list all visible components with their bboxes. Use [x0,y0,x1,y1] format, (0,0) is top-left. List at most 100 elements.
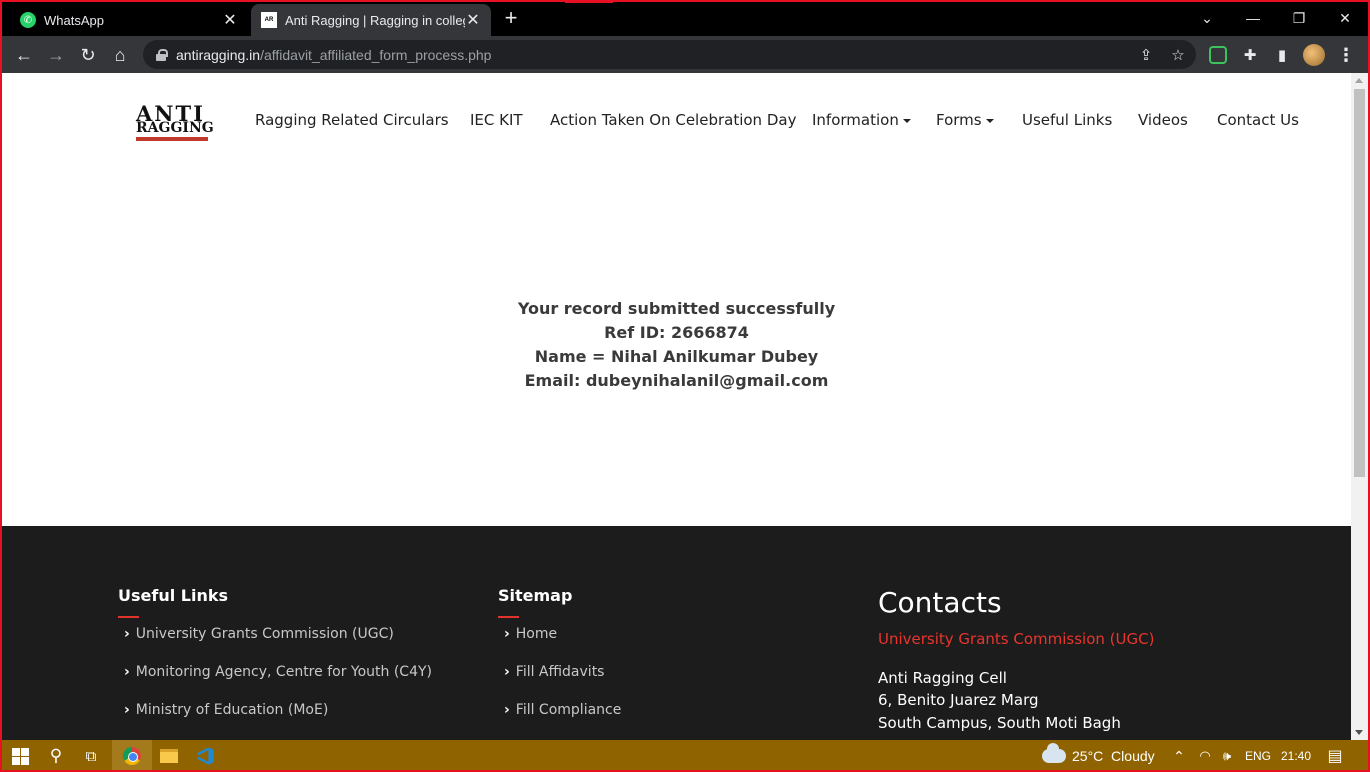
site-logo[interactable]: ANTI RAGGING [133,101,214,143]
nav-ragging-related-circulars[interactable]: Ragging Related Circulars [255,111,449,129]
site-footer: Useful Links › University Grants Commissi… [2,526,1351,740]
url-host: antiragging.in [176,46,261,63]
windows-logo-icon [11,747,29,765]
folder-icon [160,749,178,763]
taskbar-vscode[interactable] [188,740,222,772]
sitemap-link-home[interactable]: › Home [504,626,557,642]
lock-icon[interactable] [156,48,168,61]
address-line: Anti Ragging Cell [878,669,1007,687]
close-icon[interactable]: ✕ [1322,0,1368,36]
share-icon[interactable]: ⇪ [1136,45,1156,65]
taskbar-file-explorer[interactable] [152,740,186,772]
heading-underline [498,616,519,618]
useful-links-heading: Useful Links [118,586,229,605]
nav-useful-links[interactable]: Useful Links [1022,111,1112,129]
caret-down-icon [902,118,911,123]
anti-ragging-favicon: AR [261,12,277,28]
chevron-up-icon[interactable]: ⌃ [1168,740,1190,772]
caret-down-icon [985,118,994,123]
chrome-icon [123,747,141,765]
task-view-icon[interactable]: ⧉ [74,740,108,772]
close-tab-icon[interactable]: ✕ [465,10,481,30]
weather-widget[interactable]: 25°C Cloudy [1072,740,1162,772]
extension-icon[interactable] [1207,44,1229,66]
chevron-right-icon: › [504,702,510,718]
tab-whatsapp[interactable]: ✆ WhatsApp ✕ [10,4,248,36]
heading-underline [118,616,139,618]
footer-link-label: University Grants Commission (UGC) [135,626,394,642]
chevron-right-icon: › [124,626,130,642]
recording-indicator [565,0,613,3]
contacts-heading: Contacts [878,586,1002,619]
cloud-icon[interactable] [1040,740,1068,772]
footer-link-ugc[interactable]: › University Grants Commission (UGC) [124,626,394,642]
submitter-name: Name = Nihal Anilkumar Dubey [534,347,819,366]
menu-icon[interactable]: ⋮ [1335,44,1357,66]
restore-icon[interactable]: ❐ [1276,0,1322,36]
nav-videos[interactable]: Videos [1138,111,1188,129]
speaker-icon[interactable]: 🕪 [1216,740,1238,772]
sitemap-link-label: Home [515,626,558,642]
chevron-down-icon[interactable]: ⌄ [1184,0,1230,36]
start-button[interactable] [0,740,40,772]
notifications-icon[interactable]: ▤ [1320,740,1350,772]
nav-iec-kit[interactable]: IEC KIT [470,111,523,129]
profile-avatar[interactable] [1303,44,1325,66]
whatsapp-icon: ✆ [20,12,36,28]
language-indicator[interactable]: ENG [1242,740,1274,772]
footer-link-c4y[interactable]: › Monitoring Agency, Centre for Youth (C4… [124,664,432,680]
close-tab-icon[interactable]: ✕ [222,10,238,30]
address-line: 6, Benito Juarez Marg [878,691,1039,709]
submitter-email: Email: dubeynihalanil@gmail.com [524,371,829,390]
puzzle-icon[interactable]: ✚ [1239,44,1261,66]
address-bar[interactable]: antiragging.in/affidavit_affiliated_form… [143,40,1196,69]
wifi-icon[interactable]: ◠ [1194,740,1216,772]
success-text: Your record submitted successfully [517,299,836,318]
vscode-icon [196,747,214,765]
windows-taskbar: ⚲ ⧉ 25°C Cloudy ⌃ ◠ 🕪 ENG 21:40 ▤ [0,740,1370,772]
footer-link-moe[interactable]: › Ministry of Education (MoE) [124,702,328,718]
submission-message: Your record submitted successfully Ref I… [2,297,1351,393]
search-icon[interactable]: ⚲ [40,740,72,772]
nav-information[interactable]: Information [812,111,911,129]
clock[interactable]: 21:40 [1276,740,1316,772]
web-page: ANTI RAGGING Ragging Related Circulars I… [2,73,1351,740]
footer-link-label: Monitoring Agency, Centre for Youth (C4Y… [135,664,432,680]
tab-title: Anti Ragging | Ragging in college [285,12,465,28]
scroll-down-arrow-icon[interactable] [1355,730,1363,735]
sitemap-heading: Sitemap [498,586,573,605]
tab-anti-ragging[interactable]: AR Anti Ragging | Ragging in college ✕ [251,4,491,36]
url-path: /affidavit_affiliated_form_process.php [260,46,492,63]
nav-contact-us[interactable]: Contact Us [1217,111,1299,129]
nav-action-taken-celebration-day[interactable]: Action Taken On Celebration Day [550,111,796,129]
new-tab-button[interactable]: + [500,6,522,30]
star-icon[interactable]: ☆ [1168,45,1188,65]
sitemap-link-fill-compliance[interactable]: › Fill Compliance [504,702,621,718]
sitemap-link-fill-affidavits[interactable]: › Fill Affidavits [504,664,604,680]
page-scrollbar[interactable] [1351,73,1368,740]
nav-forms-label: Forms [936,111,982,129]
contacts-org-link[interactable]: University Grants Commission (UGC) [878,630,1154,648]
reload-icon[interactable]: ↻ [74,41,102,69]
logo-underline [136,137,208,141]
taskbar-chrome[interactable] [112,740,152,772]
back-icon[interactable]: ← [10,41,38,69]
chevron-right-icon: › [504,664,510,680]
scroll-thumb[interactable] [1354,89,1365,477]
browser-toolbar: ← → ↻ ⌂ antiragging.in/affidavit_affilia… [0,36,1370,73]
logo-text-bottom: RAGGING [136,120,214,136]
ref-id: Ref ID: 2666874 [604,323,749,342]
footer-link-label: Ministry of Education (MoE) [135,702,329,718]
sitemap-link-label: Fill Affidavits [515,664,605,680]
sidepanel-icon[interactable]: ▮ [1271,44,1293,66]
forward-icon[interactable]: → [42,41,70,69]
tab-title: WhatsApp [44,12,104,28]
chevron-right-icon: › [124,664,130,680]
nav-forms[interactable]: Forms [936,111,994,129]
chevron-right-icon: › [504,626,510,642]
scroll-up-arrow-icon[interactable] [1355,78,1363,83]
minimize-icon[interactable]: — [1230,0,1276,36]
home-icon[interactable]: ⌂ [106,41,134,69]
nav-information-label: Information [812,111,899,129]
browser-tab-strip: ✆ WhatsApp ✕ AR Anti Ragging | Ragging i… [0,0,1370,36]
